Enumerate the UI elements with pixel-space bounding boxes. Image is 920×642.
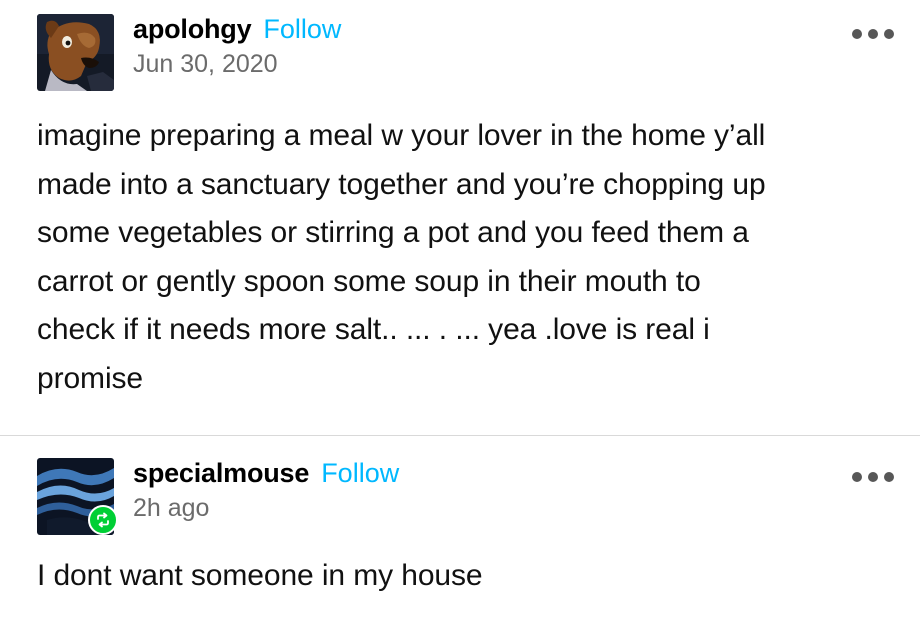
post-body-text: imagine preparing a meal w your lover in…: [37, 119, 766, 395]
post-timestamp[interactable]: 2h ago: [133, 494, 209, 523]
post-header: specialmouse Follow: [133, 458, 399, 489]
follow-button[interactable]: Follow: [321, 458, 399, 489]
more-options-icon: [852, 472, 862, 482]
cartoon-dog-avatar-icon: [37, 14, 114, 91]
more-options-button[interactable]: [848, 465, 898, 489]
avatar[interactable]: [37, 14, 114, 91]
follow-button[interactable]: Follow: [263, 14, 341, 45]
post-divider: [0, 435, 920, 436]
more-options-icon: [868, 29, 878, 39]
reblog-icon: [97, 512, 109, 528]
username-link[interactable]: apolohgy: [133, 14, 252, 45]
more-options-icon: [868, 472, 878, 482]
post-body-text: I dont want someone in my house: [37, 559, 483, 592]
more-options-icon: [884, 29, 894, 39]
post-card: specialmouse Follow 2h ago I dont want s…: [0, 437, 920, 642]
post-header: apolohgy Follow: [133, 14, 341, 45]
post-timestamp[interactable]: Jun 30, 2020: [133, 50, 278, 79]
reblog-badge: [88, 505, 118, 535]
username-link[interactable]: specialmouse: [133, 458, 309, 489]
post-card: apolohgy Follow Jun 30, 2020 imagine pre…: [0, 0, 920, 436]
more-options-button[interactable]: [848, 22, 898, 46]
more-options-icon: [852, 29, 862, 39]
more-options-icon: [884, 472, 894, 482]
